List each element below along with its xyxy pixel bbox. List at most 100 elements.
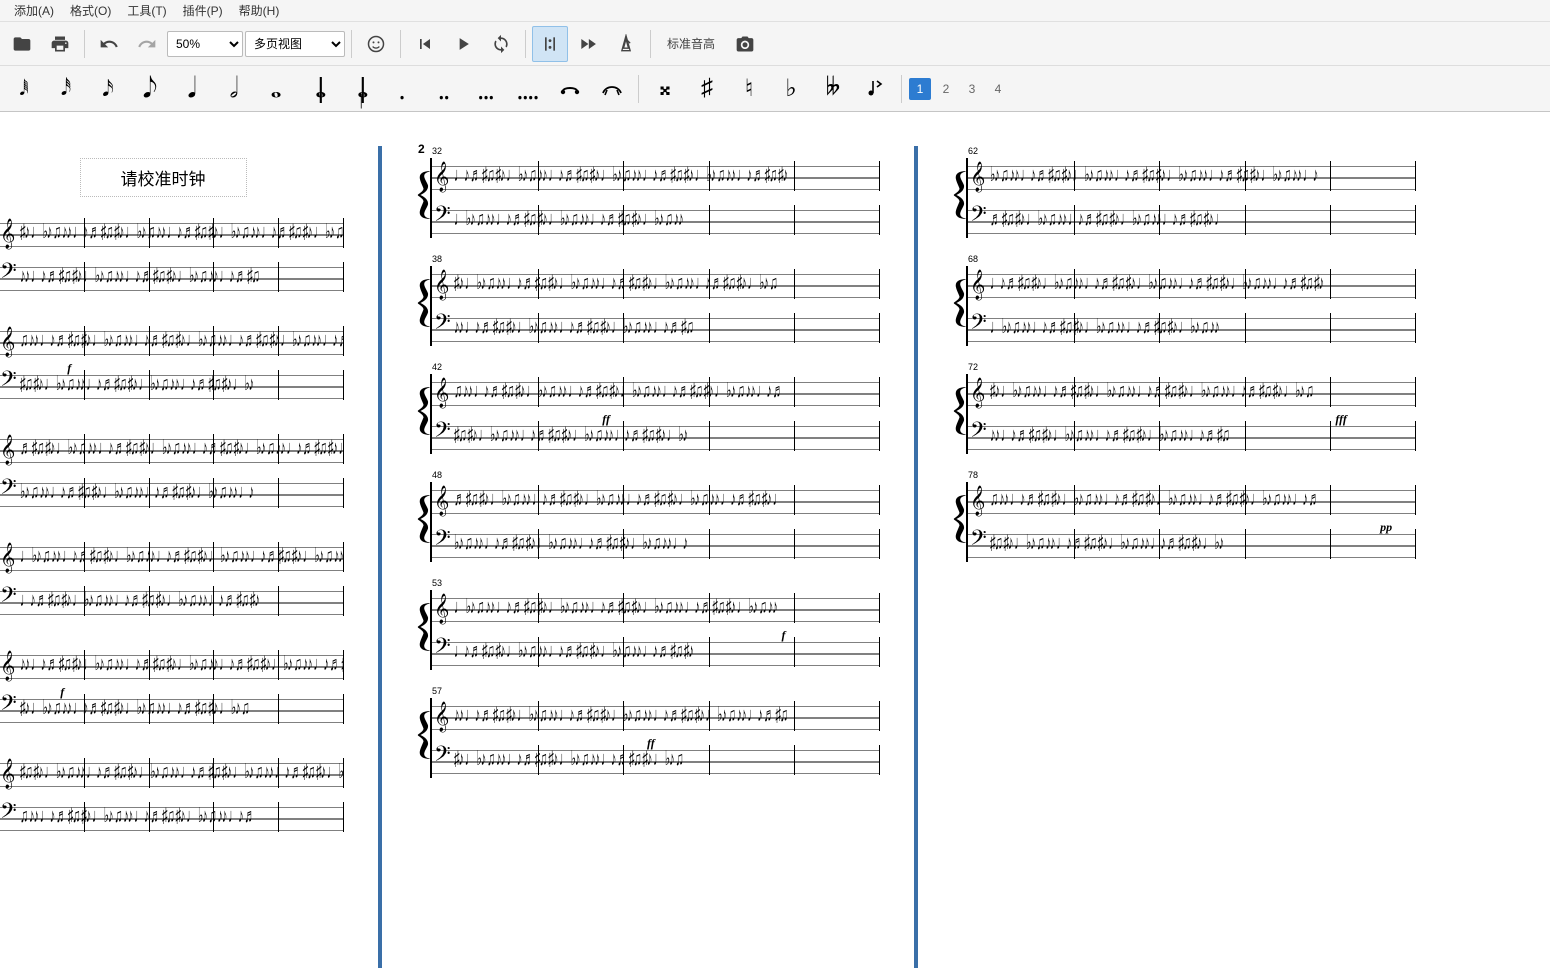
note-half-button[interactable]: 𝅗𝅥 <box>214 69 254 109</box>
zoom-select[interactable]: 50% <box>167 31 243 57</box>
score-workspace[interactable]: 请校准时钟 𝄔 𝄞 ♯♪ ♩ ♭♪ ♫ ♪♪ ♩♪ ♬ ♯♫ ♯♪ ♩ ♭♪ ♫… <box>0 112 1550 968</box>
treble-staff[interactable]: 𝄞 ♩ ♭♪ ♫ ♪♪ ♩♪ ♬ ♯♫ ♯♪ ♩ ♭♪ ♫ ♪♪ ♩♪ ♬ ♯♫… <box>0 539 344 575</box>
staff-system[interactable]: 𝄔 72 𝄞 ♯♪ ♩ ♭♪ ♫ ♪♪ ♩♪ ♬ ♯♫ ♯♪ ♩ ♭♪ ♫ ♪♪… <box>952 374 1416 454</box>
treble-staff[interactable]: 𝄞 ♫ ♪♪ ♩♪ ♬ ♯♫ ♯♪ ♩ ♭♪ ♫ ♪♪ ♩♪ ♬ ♯♫ ♯♪ ♩… <box>0 323 344 359</box>
dot-3-button[interactable]: ... <box>466 69 506 109</box>
dot-1-button[interactable]: . <box>382 69 422 109</box>
note-16th-button[interactable]: 𝅘𝅥𝅯 <box>88 69 128 109</box>
bass-staff[interactable]: 𝄢 ♭♪ ♫ ♪♪ ♩♪ ♬ ♯♫ ♯♪ ♩ ♭♪ ♫ ♪♪ ♩♪ ♬ ♯♫ ♯… <box>432 526 880 562</box>
bass-staff[interactable]: 𝄢 ♪♪ ♩♪ ♬ ♯♫ ♯♪ ♩ ♭♪ ♫ ♪♪ ♩♪ ♬ ♯♫ ♯♪ ♩ ♭… <box>968 418 1416 454</box>
treble-staff[interactable]: 78 𝄞 ♫ ♪♪ ♩♪ ♬ ♯♫ ♯♪ ♩ ♭♪ ♫ ♪♪ ♩♪ ♬ ♯♫ ♯… <box>968 482 1416 518</box>
note-whole-button[interactable]: 𝅝 <box>256 69 296 109</box>
dot-4-button[interactable]: .... <box>508 69 548 109</box>
double-flat-button[interactable]: 𝄫 <box>813 69 853 109</box>
bass-staff[interactable]: 𝄢 ♪♪ ♩♪ ♬ ♯♫ ♯♪ ♩ ♭♪ ♫ ♪♪ ♩♪ ♬ ♯♫ ♯♪ ♩ ♭… <box>0 259 344 295</box>
concert-pitch-label[interactable]: 标准音高 <box>657 35 725 52</box>
redo-button[interactable] <box>129 26 165 62</box>
bass-staff[interactable]: 𝄢 ♫ ♪♪ ♩♪ ♬ ♯♫ ♯♪ ♩ ♭♪ ♫ ♪♪ ♩♪ ♬ ♯♫ ♯♪ ♩… <box>0 799 344 835</box>
note-8th-button[interactable]: 𝅘𝅥𝅮 <box>130 69 170 109</box>
treble-staff[interactable]: 32 𝄞 ♩♪ ♬ ♯♫ ♯♪ ♩ ♭♪ ♫ ♪♪ ♩♪ ♬ ♯♫ ♯♪ ♩ ♭… <box>432 158 880 194</box>
score-page[interactable]: 2 𝄔 32 𝄞 ♩♪ ♬ ♯♫ ♯♪ ♩ ♭♪ ♫ ♪♪ ♩♪ ♬ ♯♫ ♯♪… <box>398 146 898 968</box>
print-button[interactable] <box>42 26 78 62</box>
voice-1-button[interactable]: 1 <box>909 78 931 100</box>
view-mode-select[interactable]: 多页视图 <box>245 31 345 57</box>
bass-staff[interactable]: 𝄢 ♯♪ ♩ ♭♪ ♫ ♪♪ ♩♪ ♬ ♯♫ ♯♪ ♩ ♭♪ ♫ ♪♪ ♩♪ ♬… <box>0 691 344 727</box>
bass-staff[interactable]: 𝄢 ♩ ♭♪ ♫ ♪♪ ♩♪ ♬ ♯♫ ♯♪ ♩ ♭♪ ♫ ♪♪ ♩♪ ♬ ♯♫… <box>432 202 880 238</box>
flat-button[interactable]: ♭ <box>771 69 811 109</box>
treble-staff[interactable]: 38 𝄞 ♯♪ ♩ ♭♪ ♫ ♪♪ ♩♪ ♬ ♯♫ ♯♪ ♩ ♭♪ ♫ ♪♪ ♩… <box>432 266 880 302</box>
undo-button[interactable] <box>91 26 127 62</box>
treble-staff[interactable]: 68 𝄞 ♩♪ ♬ ♯♫ ♯♪ ♩ ♭♪ ♫ ♪♪ ♩♪ ♬ ♯♫ ♯♪ ♩ ♭… <box>968 266 1416 302</box>
slur-button[interactable] <box>592 69 632 109</box>
note-32nd-button[interactable]: 𝅘𝅥𝅰 <box>46 69 86 109</box>
double-sharp-button[interactable]: 𝄪 <box>645 69 685 109</box>
tie-button[interactable] <box>550 69 590 109</box>
play-button[interactable] <box>445 26 481 62</box>
rewind-button[interactable] <box>407 26 443 62</box>
treble-staff[interactable]: 57 𝄞 ♪♪ ♩♪ ♬ ♯♫ ♯♪ ♩ ♭♪ ♫ ♪♪ ♩♪ ♬ ♯♫ ♯♪ … <box>432 698 880 734</box>
natural-button[interactable]: ♮ <box>729 69 769 109</box>
note-quarter-button[interactable]: 𝅘𝅥 <box>172 69 212 109</box>
treble-clef-icon: 𝄞 <box>0 545 15 571</box>
treble-staff[interactable]: 𝄞 ♪♪ ♩♪ ♬ ♯♫ ♯♪ ♩ ♭♪ ♫ ♪♪ ♩♪ ♬ ♯♫ ♯♪ ♩ ♭… <box>0 647 344 683</box>
open-button[interactable] <box>4 26 40 62</box>
staff-system[interactable]: 𝄔 62 𝄞 ♭♪ ♫ ♪♪ ♩♪ ♬ ♯♫ ♯♪ ♩ ♭♪ ♫ ♪♪ ♩♪ ♬… <box>952 158 1416 238</box>
treble-staff[interactable]: 62 𝄞 ♭♪ ♫ ♪♪ ♩♪ ♬ ♯♫ ♯♪ ♩ ♭♪ ♫ ♪♪ ♩♪ ♬ ♯… <box>968 158 1416 194</box>
loop-playback-button[interactable] <box>532 26 568 62</box>
sharp-button[interactable]: ♯ <box>687 69 727 109</box>
bass-staff[interactable]: 𝄢 ♯♫ ♯♪ ♩ ♭♪ ♫ ♪♪ ♩♪ ♬ ♯♫ ♯♪ ♩ ♭♪ ♫ ♪♪ ♩… <box>0 367 344 403</box>
bass-staff[interactable]: 𝄢 ♯♪ ♩ ♭♪ ♫ ♪♪ ♩♪ ♬ ♯♫ ♯♪ ♩ ♭♪ ♫ ♪♪ ♩♪ ♬… <box>432 742 880 778</box>
metronome-button[interactable] <box>608 26 644 62</box>
bass-staff[interactable]: 𝄢 ♩♪ ♬ ♯♫ ♯♪ ♩ ♭♪ ♫ ♪♪ ♩♪ ♬ ♯♫ ♯♪ ♩ ♭♪ ♫… <box>432 634 880 670</box>
menu-plugins[interactable]: 插件(P) <box>175 0 231 21</box>
staff-system[interactable]: 𝄔 68 𝄞 ♩♪ ♬ ♯♫ ♯♪ ♩ ♭♪ ♫ ♪♪ ♩♪ ♬ ♯♫ ♯♪ ♩… <box>952 266 1416 346</box>
bass-staff[interactable]: 𝄢 ♩♪ ♬ ♯♫ ♯♪ ♩ ♭♪ ♫ ♪♪ ♩♪ ♬ ♯♫ ♯♪ ♩ ♭♪ ♫… <box>0 583 344 619</box>
staff-system[interactable]: 𝄔 𝄞 ♫ ♪♪ ♩♪ ♬ ♯♫ ♯♪ ♩ ♭♪ ♫ ♪♪ ♩♪ ♬ ♯♫ ♯♪… <box>0 323 344 403</box>
treble-staff[interactable]: 72 𝄞 ♯♪ ♩ ♭♪ ♫ ♪♪ ♩♪ ♬ ♯♫ ♯♪ ♩ ♭♪ ♫ ♪♪ ♩… <box>968 374 1416 410</box>
staff-system[interactable]: 𝄔 48 𝄞 ♬ ♯♫ ♯♪ ♩ ♭♪ ♫ ♪♪ ♩♪ ♬ ♯♫ ♯♪ ♩ ♭♪… <box>416 482 880 562</box>
staff-system[interactable]: 𝄔 42 𝄞 ♫ ♪♪ ♩♪ ♬ ♯♫ ♯♪ ♩ ♭♪ ♫ ♪♪ ♩♪ ♬ ♯♫… <box>416 374 880 454</box>
staff-system[interactable]: 𝄔 32 𝄞 ♩♪ ♬ ♯♫ ♯♪ ♩ ♭♪ ♫ ♪♪ ♩♪ ♬ ♯♫ ♯♪ ♩… <box>416 158 880 238</box>
brace-icon: 𝄔 <box>416 374 430 454</box>
treble-staff[interactable]: 𝄞 ♯♪ ♩ ♭♪ ♫ ♪♪ ♩♪ ♬ ♯♫ ♯♪ ♩ ♭♪ ♫ ♪♪ ♩♪ ♬… <box>0 215 344 251</box>
skip-end-button[interactable] <box>570 26 606 62</box>
bass-staff[interactable]: 𝄢 ♬ ♯♫ ♯♪ ♩ ♭♪ ♫ ♪♪ ♩♪ ♬ ♯♫ ♯♪ ♩ ♭♪ ♫ ♪♪… <box>968 202 1416 238</box>
bass-staff[interactable]: 𝄢 ♪♪ ♩♪ ♬ ♯♫ ♯♪ ♩ ♭♪ ♫ ♪♪ ♩♪ ♬ ♯♫ ♯♪ ♩ ♭… <box>432 310 880 346</box>
mixer-button[interactable] <box>358 26 394 62</box>
note-longa-button[interactable]: |𝅝|| <box>340 69 380 109</box>
treble-staff[interactable]: 𝄞 ♬ ♯♫ ♯♪ ♩ ♭♪ ♫ ♪♪ ♩♪ ♬ ♯♫ ♯♪ ♩ ♭♪ ♫ ♪♪… <box>0 431 344 467</box>
menu-add[interactable]: 添加(A) <box>6 0 62 21</box>
note-64th-button[interactable]: 𝅘𝅥𝅱 <box>4 69 44 109</box>
treble-staff[interactable]: 𝄞 ♯♫ ♯♪ ♩ ♭♪ ♫ ♪♪ ♩♪ ♬ ♯♫ ♯♪ ♩ ♭♪ ♫ ♪♪ ♩… <box>0 755 344 791</box>
dot-2-button[interactable]: .. <box>424 69 464 109</box>
flip-button[interactable] <box>855 69 895 109</box>
note-breve-button[interactable]: |𝅝| <box>298 69 338 109</box>
score-page[interactable]: 请校准时钟 𝄔 𝄞 ♯♪ ♩ ♭♪ ♫ ♪♪ ♩♪ ♬ ♯♫ ♯♪ ♩ ♭♪ ♫… <box>0 146 362 968</box>
staff-system[interactable]: 𝄔 53 𝄞 ♩ ♭♪ ♫ ♪♪ ♩♪ ♬ ♯♫ ♯♪ ♩ ♭♪ ♫ ♪♪ ♩♪… <box>416 590 880 670</box>
menu-tools[interactable]: 工具(T) <box>119 0 174 21</box>
staff-system[interactable]: 𝄔 38 𝄞 ♯♪ ♩ ♭♪ ♫ ♪♪ ♩♪ ♬ ♯♫ ♯♪ ♩ ♭♪ ♫ ♪♪… <box>416 266 880 346</box>
score-title[interactable]: 请校准时钟 <box>80 158 247 197</box>
treble-staff[interactable]: 48 𝄞 ♬ ♯♫ ♯♪ ♩ ♭♪ ♫ ♪♪ ♩♪ ♬ ♯♫ ♯♪ ♩ ♭♪ ♫… <box>432 482 880 518</box>
staff-system[interactable]: 𝄔 𝄞 ♯♪ ♩ ♭♪ ♫ ♪♪ ♩♪ ♬ ♯♫ ♯♪ ♩ ♭♪ ♫ ♪♪ ♩♪… <box>0 215 344 295</box>
treble-staff[interactable]: 53 𝄞 ♩ ♭♪ ♫ ♪♪ ♩♪ ♬ ♯♫ ♯♪ ♩ ♭♪ ♫ ♪♪ ♩♪ ♬… <box>432 590 880 626</box>
screenshot-button[interactable] <box>727 26 763 62</box>
voice-2-button[interactable]: 2 <box>935 78 957 100</box>
voice-3-button[interactable]: 3 <box>961 78 983 100</box>
menu-help[interactable]: 帮助(H) <box>231 0 288 21</box>
staff-system[interactable]: 𝄔 𝄞 ♬ ♯♫ ♯♪ ♩ ♭♪ ♫ ♪♪ ♩♪ ♬ ♯♫ ♯♪ ♩ ♭♪ ♫ … <box>0 431 344 511</box>
voice-4-button[interactable]: 4 <box>987 78 1009 100</box>
bass-staff[interactable]: 𝄢 ♯♫ ♯♪ ♩ ♭♪ ♫ ♪♪ ♩♪ ♬ ♯♫ ♯♪ ♩ ♭♪ ♫ ♪♪ ♩… <box>432 418 880 454</box>
menu-format[interactable]: 格式(O) <box>62 0 119 21</box>
staff-system[interactable]: 𝄔 57 𝄞 ♪♪ ♩♪ ♬ ♯♫ ♯♪ ♩ ♭♪ ♫ ♪♪ ♩♪ ♬ ♯♫ ♯… <box>416 698 880 778</box>
staff-system[interactable]: 𝄔 𝄞 ♪♪ ♩♪ ♬ ♯♫ ♯♪ ♩ ♭♪ ♫ ♪♪ ♩♪ ♬ ♯♫ ♯♪ ♩… <box>0 647 344 727</box>
bass-staff[interactable]: 𝄢 ♭♪ ♫ ♪♪ ♩♪ ♬ ♯♫ ♯♪ ♩ ♭♪ ♫ ♪♪ ♩♪ ♬ ♯♫ ♯… <box>0 475 344 511</box>
treble-staff[interactable]: 42 𝄞 ♫ ♪♪ ♩♪ ♬ ♯♫ ♯♪ ♩ ♭♪ ♫ ♪♪ ♩♪ ♬ ♯♫ ♯… <box>432 374 880 410</box>
loop-button[interactable] <box>483 26 519 62</box>
staff-system[interactable]: 𝄔 𝄞 ♩ ♭♪ ♫ ♪♪ ♩♪ ♬ ♯♫ ♯♪ ♩ ♭♪ ♫ ♪♪ ♩♪ ♬ … <box>0 539 344 619</box>
bass-staff[interactable]: 𝄢 ♩ ♭♪ ♫ ♪♪ ♩♪ ♬ ♯♫ ♯♪ ♩ ♭♪ ♫ ♪♪ ♩♪ ♬ ♯♫… <box>968 310 1416 346</box>
staff-system[interactable]: 𝄔 78 𝄞 ♫ ♪♪ ♩♪ ♬ ♯♫ ♯♪ ♩ ♭♪ ♫ ♪♪ ♩♪ ♬ ♯♫… <box>952 482 1416 562</box>
staff-system[interactable]: 𝄔 𝄞 ♯♫ ♯♪ ♩ ♭♪ ♫ ♪♪ ♩♪ ♬ ♯♫ ♯♪ ♩ ♭♪ ♫ ♪♪… <box>0 755 344 835</box>
bass-staff[interactable]: 𝄢 ♯♫ ♯♪ ♩ ♭♪ ♫ ♪♪ ♩♪ ♬ ♯♫ ♯♪ ♩ ♭♪ ♫ ♪♪ ♩… <box>968 526 1416 562</box>
score-page[interactable]: 𝄔 62 𝄞 ♭♪ ♫ ♪♪ ♩♪ ♬ ♯♫ ♯♪ ♩ ♭♪ ♫ ♪♪ ♩♪ ♬… <box>934 146 1434 968</box>
